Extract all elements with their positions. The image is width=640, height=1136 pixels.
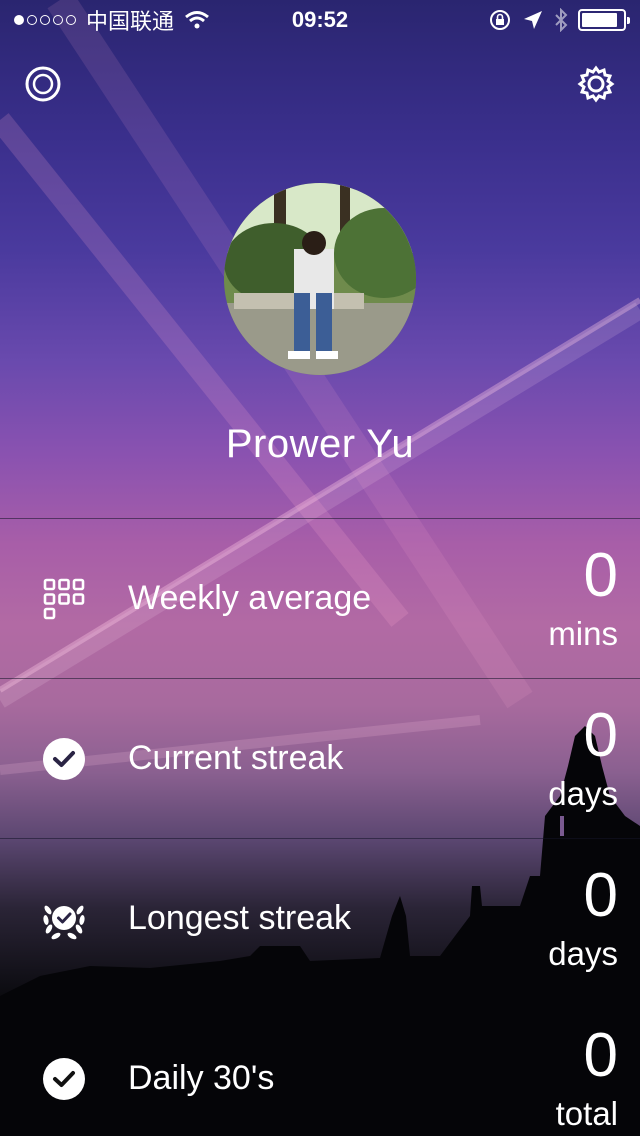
status-bar: 中国联通 09:52 (0, 0, 640, 40)
wifi-icon (185, 11, 209, 29)
stat-unit: days (548, 775, 618, 812)
stat-value: 0 (583, 701, 618, 770)
stat-label: Current streak (128, 739, 344, 777)
carrier-label: 中国联通 (86, 9, 175, 34)
signal-strength-icon (14, 15, 76, 25)
stat-daily-30s[interactable]: Daily 30's 0 total (0, 998, 640, 1136)
stat-current-streak[interactable]: Current streak 0 days (0, 678, 640, 838)
target-icon[interactable] (23, 64, 63, 104)
stat-label: Longest streak (128, 899, 352, 937)
stat-label: Weekly average (128, 579, 372, 617)
grid-icon (40, 575, 88, 623)
check-circle-icon (40, 735, 88, 783)
stat-weekly-average[interactable]: Weekly average 0 mins (0, 518, 640, 678)
stats-list: Weekly average 0 mins Current streak 0 d… (0, 518, 640, 1136)
gear-icon[interactable] (576, 64, 616, 104)
stat-unit: total (555, 1095, 618, 1132)
stat-value: 0 (583, 1021, 618, 1090)
stat-unit: mins (548, 615, 618, 652)
location-icon (524, 11, 542, 29)
profile-name: Prower Yu (225, 422, 415, 466)
bluetooth-icon (555, 8, 568, 32)
stat-value: 0 (583, 861, 618, 930)
status-time: 09:52 (291, 7, 349, 32)
stat-unit: days (548, 935, 618, 972)
check-circle-icon (40, 1055, 88, 1103)
laurel-check-icon (40, 895, 88, 943)
battery-icon (578, 9, 630, 31)
stat-value: 0 (583, 541, 618, 610)
stat-longest-streak[interactable]: Longest streak 0 days (0, 838, 640, 998)
rotation-lock-icon (490, 10, 510, 30)
avatar[interactable] (224, 183, 416, 375)
stat-label: Daily 30's (128, 1059, 275, 1097)
